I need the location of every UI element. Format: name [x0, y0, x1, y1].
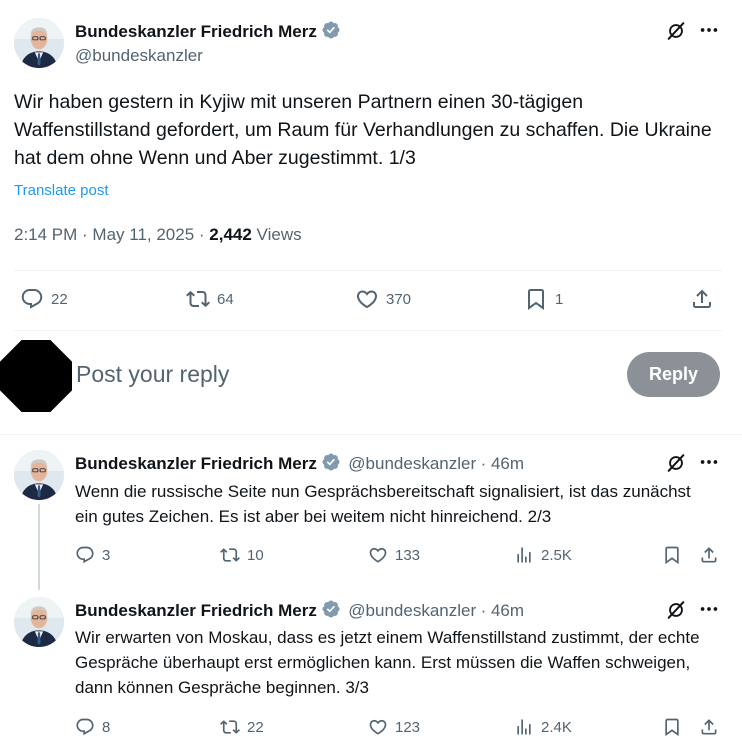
grok-icon[interactable] — [665, 452, 687, 474]
verified-badge-icon — [321, 20, 341, 40]
repost-count: 22 — [247, 718, 264, 736]
share-icon — [690, 287, 714, 311]
reply-header: Bundeskanzler Friedrich Merz @bundeskanz… — [75, 599, 524, 621]
grok-icon[interactable] — [665, 599, 687, 621]
divider — [0, 434, 742, 435]
reply-avatar[interactable] — [14, 597, 64, 647]
reply-icon — [75, 717, 95, 737]
like-count: 133 — [395, 546, 421, 564]
author-name[interactable]: Bundeskanzler Friedrich Merz — [75, 20, 341, 42]
reply-author-handle[interactable]: @bundeskanzler — [348, 601, 476, 620]
bookmark-icon — [524, 287, 548, 311]
like-icon — [368, 717, 388, 737]
repost-count: 10 — [247, 546, 264, 564]
repost-icon — [220, 717, 240, 737]
like-count: 370 — [386, 290, 412, 308]
reply-action[interactable]: 3 — [75, 545, 110, 565]
views-action[interactable]: 2.5K — [514, 545, 572, 565]
current-user-avatar[interactable] — [0, 340, 72, 412]
reply-author-name[interactable]: Bundeskanzler Friedrich Merz — [75, 454, 317, 473]
like-action[interactable]: 123 — [368, 717, 420, 737]
bookmark-action[interactable]: 1 — [524, 287, 563, 311]
like-icon — [355, 287, 379, 311]
post-timestamp[interactable]: 2:14 PM · May 11, 2025 · — [14, 225, 209, 244]
views-count: 2.5K — [541, 546, 572, 564]
share-icon — [699, 717, 719, 737]
views-count: 2,442 — [209, 225, 252, 244]
more-options-icon[interactable] — [698, 19, 720, 41]
more-options-icon[interactable] — [698, 451, 720, 473]
share-icon — [699, 545, 719, 565]
thread-line — [38, 504, 40, 590]
views-count: 2.4K — [541, 718, 572, 736]
repost-action[interactable]: 10 — [220, 545, 264, 565]
like-count: 123 — [395, 718, 421, 736]
reply-count: 8 — [102, 718, 111, 736]
post-text: Wir haben gestern in Kyjiw mit unseren P… — [14, 91, 712, 169]
bookmark-icon — [662, 545, 682, 565]
post-meta: 2:14 PM · May 11, 2025 · 2,442 Views — [14, 225, 302, 245]
reply-count: 3 — [102, 546, 111, 564]
reply-timestamp[interactable]: · 46m — [481, 454, 524, 473]
views-action[interactable]: 2.4K — [514, 717, 572, 737]
repost-icon — [186, 287, 210, 311]
reply-count: 22 — [51, 290, 68, 308]
reply-timestamp[interactable]: · 46m — [481, 601, 524, 620]
reply-action[interactable]: 8 — [75, 717, 110, 737]
like-icon — [368, 545, 388, 565]
reply-author-handle[interactable]: @bundeskanzler — [348, 454, 476, 473]
divider — [14, 330, 722, 331]
repost-count: 64 — [217, 290, 234, 308]
reply-action[interactable]: 22 — [20, 287, 68, 311]
share-action[interactable] — [699, 545, 719, 565]
views-icon — [514, 717, 534, 737]
verified-badge-icon — [321, 452, 341, 472]
divider — [14, 270, 722, 271]
repost-action[interactable]: 64 — [186, 287, 234, 311]
grok-icon[interactable] — [665, 20, 687, 42]
verified-badge-icon — [321, 599, 341, 619]
like-action[interactable]: 133 — [368, 545, 420, 565]
share-action[interactable] — [699, 717, 719, 737]
reply-icon — [20, 287, 44, 311]
reply-button[interactable]: Reply — [627, 352, 720, 397]
share-action[interactable] — [690, 287, 714, 311]
reply-avatar[interactable] — [14, 450, 64, 500]
reply-header: Bundeskanzler Friedrich Merz @bundeskanz… — [75, 452, 524, 474]
reply-icon — [75, 545, 95, 565]
more-options-icon[interactable] — [698, 598, 720, 620]
bookmark-count: 1 — [555, 290, 564, 308]
repost-icon — [220, 545, 240, 565]
author-handle[interactable]: @bundeskanzler — [75, 46, 203, 66]
reply-author-name[interactable]: Bundeskanzler Friedrich Merz — [75, 601, 317, 620]
views-label: Views — [251, 225, 302, 244]
reply-text: Wenn die russische Seite nun Gesprächsbe… — [75, 482, 691, 526]
author-avatar[interactable] — [14, 18, 64, 68]
views-icon — [514, 545, 534, 565]
author-name-text[interactable]: Bundeskanzler Friedrich Merz — [75, 22, 317, 41]
repost-action[interactable]: 22 — [220, 717, 264, 737]
translate-post-link[interactable]: Translate post — [14, 182, 109, 199]
reply-input[interactable]: Post your reply — [76, 361, 229, 388]
bookmark-action[interactable] — [662, 717, 682, 737]
like-action[interactable]: 370 — [355, 287, 411, 311]
bookmark-icon — [662, 717, 682, 737]
bookmark-action[interactable] — [662, 545, 682, 565]
reply-text: Wir erwarten von Moskau, dass es jetzt e… — [75, 628, 700, 697]
